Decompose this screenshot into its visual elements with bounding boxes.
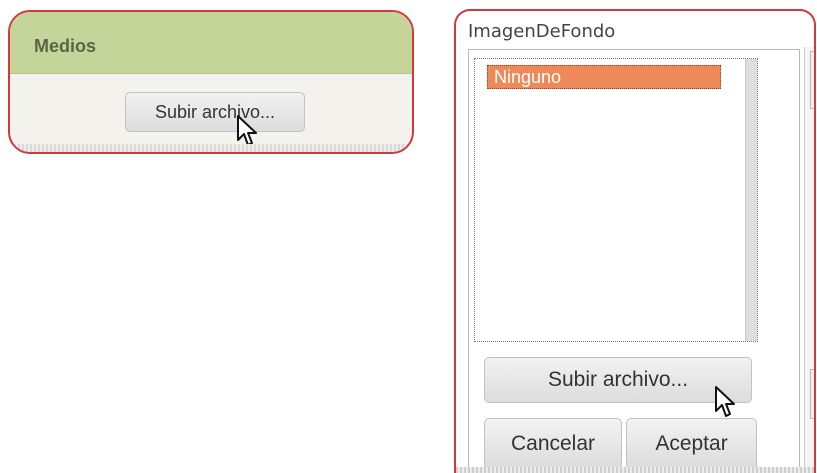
- property-label: ImagenDeFondo: [468, 21, 616, 42]
- media-panel-body: Subir archivo...: [10, 74, 412, 152]
- panel-edge: [456, 467, 814, 473]
- media-panel-title: Medios: [10, 12, 412, 74]
- panel-edge: [10, 144, 412, 152]
- mouse-pointer-icon: [715, 386, 735, 417]
- listbox-scrollbar[interactable]: [745, 59, 757, 341]
- asset-chooser-popup: Ninguno Subir archivo... Cancelar Acepta…: [468, 49, 800, 473]
- list-item-selected[interactable]: Ninguno: [487, 65, 721, 89]
- upload-file-button[interactable]: Subir archivo...: [484, 357, 752, 403]
- asset-listbox[interactable]: Ninguno: [474, 58, 758, 342]
- accept-button[interactable]: Aceptar: [626, 418, 757, 470]
- property-field-edge: [810, 369, 814, 419]
- upload-file-button[interactable]: Subir archivo...: [125, 92, 305, 132]
- background-image-panel: ImagenDeFondo Ninguno Subir archivo... C…: [454, 9, 816, 473]
- screenshot-composite: Medios Subir archivo... ImagenDeFondo Ni…: [0, 0, 817, 473]
- media-panel: Medios Subir archivo...: [8, 10, 414, 154]
- cancel-button[interactable]: Cancelar: [484, 418, 622, 470]
- property-field-edge: [810, 51, 814, 109]
- mouse-pointer-icon: [237, 115, 257, 146]
